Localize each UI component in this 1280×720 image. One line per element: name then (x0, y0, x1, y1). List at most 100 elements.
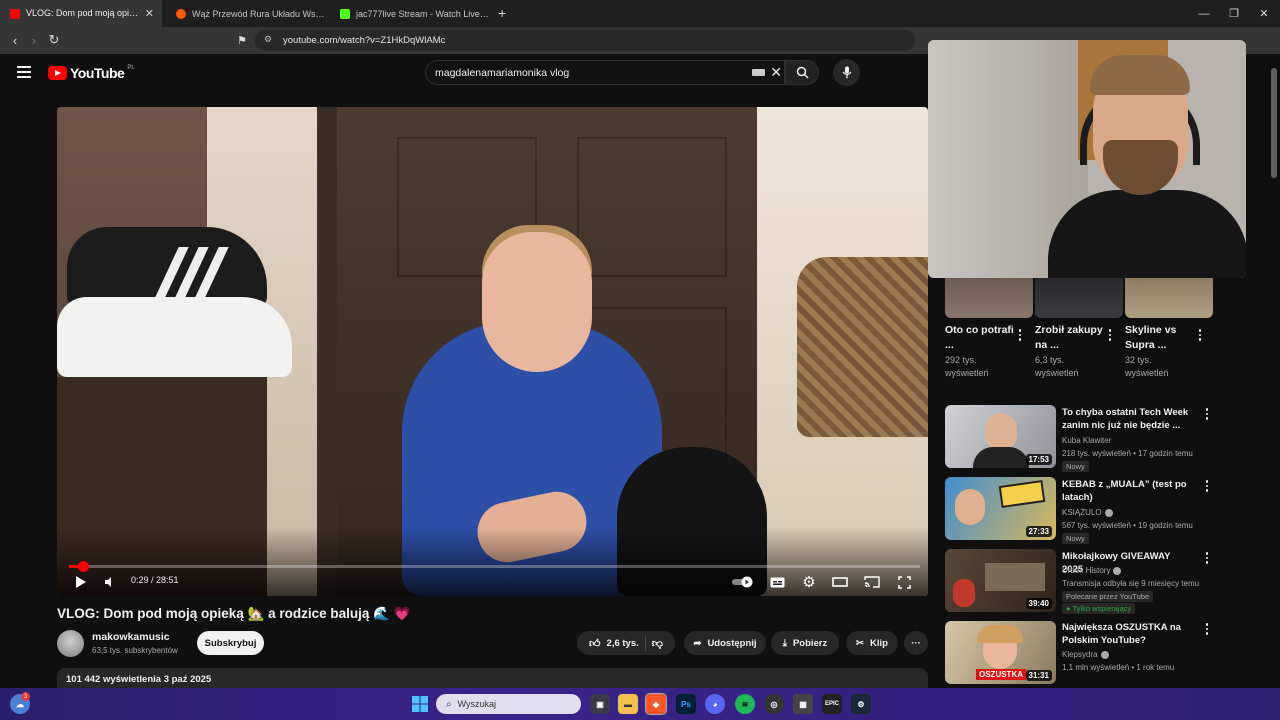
subscribe-button[interactable]: Subskrybuj (197, 631, 264, 655)
scrubber-handle[interactable] (78, 561, 89, 572)
bookmark-icon[interactable]: ⚑ (233, 31, 251, 49)
video-title[interactable]: To chyba ostatni Tech Week zanim nic już… (1062, 406, 1192, 432)
start-button[interactable] (410, 694, 430, 714)
obs-icon[interactable]: ◎ (764, 694, 784, 714)
short-title[interactable]: Oto co potrafi ... (945, 323, 1017, 353)
channel-name[interactable]: Klepsydra (1062, 650, 1109, 659)
calculator-icon[interactable]: ▦ (793, 694, 813, 714)
download-icon: ⤓ (782, 637, 787, 649)
new-badge: Nowy (1062, 461, 1089, 472)
autoplay-toggle[interactable] (731, 573, 755, 591)
close-window-icon[interactable]: ✕ (1248, 0, 1280, 27)
channel-name[interactable]: Urbex History (1062, 566, 1122, 575)
back-icon[interactable]: ‹ (6, 31, 24, 49)
short-views: 32 tys. wyświetleń (1125, 355, 1169, 378)
steam-icon[interactable]: ⚙ (851, 694, 871, 714)
share-button[interactable]: ➦ Udostępnij (684, 631, 766, 655)
share-icon: ➦ (693, 637, 702, 649)
search-tools: ✕ (742, 63, 782, 82)
video-title[interactable]: KEBAB z „MUALA” (test po latach) (1062, 478, 1192, 504)
channel-label: Kuba Klawiter (1062, 436, 1112, 445)
search-input[interactable]: magdalenamariamonika vlog (425, 60, 785, 85)
scissors-icon: ✂ (856, 637, 864, 649)
duration-badge: 31:31 (1025, 670, 1052, 681)
more-options-icon[interactable] (1201, 479, 1213, 493)
channel-name[interactable]: KSIĄŻULO (1062, 508, 1113, 517)
theater-mode-icon[interactable] (831, 573, 849, 591)
more-options-icon[interactable] (1201, 622, 1213, 636)
tab-allegro[interactable]: Wąż Przewód Rura Układu Wspomag (166, 0, 326, 27)
video-thumbnail[interactable]: 27:33 (945, 477, 1056, 540)
settings-gear-icon[interactable]: ⚙ (800, 573, 818, 591)
scrollbar-thumb[interactable] (1271, 68, 1277, 178)
address-bar[interactable]: ⚙ youtube.com/watch?v=Z1HkDqWlAMc (255, 30, 915, 51)
video-thumbnail[interactable]: 17:53 (945, 405, 1056, 468)
fullscreen-icon[interactable] (895, 573, 913, 591)
more-options-icon[interactable] (1201, 407, 1213, 421)
short-thumbnail[interactable] (945, 278, 1033, 318)
views-and-date: 101 442 wyświetlenia 3 paź 2025 (66, 674, 212, 685)
members-only-badge: ● Tylko wspierający (1062, 603, 1136, 614)
task-view-icon[interactable]: ▣ (590, 694, 610, 714)
cast-icon[interactable] (863, 573, 881, 591)
video-title[interactable]: Największa OSZUSTKA na Polskim YouTube? (1062, 621, 1192, 647)
more-options-icon[interactable] (1194, 328, 1206, 342)
short-title[interactable]: Skyline vs Supra ... (1125, 323, 1197, 353)
youtube-logo[interactable]: YouTube PL (48, 65, 135, 81)
video-meta: 567 tys. wyświetleń • 19 godzin temu (1062, 521, 1193, 530)
more-options-icon[interactable] (1201, 551, 1213, 565)
clip-button[interactable]: ✂ Klip (846, 631, 898, 655)
brave-browser-icon[interactable]: ◆ (645, 693, 667, 715)
taskbar (0, 688, 1280, 720)
photoshop-icon[interactable]: Ps (676, 694, 696, 714)
forward-icon[interactable]: › (25, 31, 43, 49)
menu-icon[interactable] (17, 66, 31, 78)
video-player[interactable] (57, 107, 928, 596)
keyboard-icon[interactable] (752, 69, 766, 76)
volume-icon[interactable] (102, 573, 118, 591)
tab-youtube[interactable]: VLOG: Dom pod moją opieką🏡 ✕ (0, 0, 162, 27)
short-title[interactable]: Zrobił zakupy na ... (1035, 323, 1107, 353)
subtitles-icon[interactable] (768, 573, 786, 591)
short-views: 6,3 tys. wyświetleń (1035, 355, 1079, 378)
video-thumbnail[interactable]: 39:40 (945, 549, 1056, 612)
time-display: 0:29 / 28:51 (131, 575, 179, 585)
play-icon[interactable] (72, 574, 88, 590)
spotify-icon[interactable]: ≋ (735, 694, 755, 714)
channel-name[interactable]: Kuba Klawiter (1062, 436, 1111, 445)
discord-icon[interactable]: ◕ (705, 694, 725, 714)
channel-name[interactable]: makowkamusic (92, 631, 170, 643)
video-meta: 218 tys. wyświetleń • 17 godzin temu (1062, 449, 1193, 458)
search-button[interactable] (785, 60, 819, 85)
microphone-icon (842, 66, 851, 79)
video-thumbnail[interactable]: OSZUSTKA 31:31 (945, 621, 1056, 684)
close-tab-icon[interactable]: ✕ (145, 7, 154, 20)
new-tab-button[interactable]: + (498, 5, 506, 21)
logo-region: PL (127, 65, 135, 71)
url-text: youtube.com/watch?v=Z1HkDqWlAMc (283, 35, 446, 46)
epic-games-icon[interactable]: EPIC (822, 694, 842, 714)
voice-search-button[interactable] (833, 59, 860, 86)
tab-kick[interactable]: jac777live Stream - Watch Live on Ki (330, 0, 490, 27)
thumbs-down-icon[interactable]: 👎︎ (652, 637, 663, 650)
video-title: VLOG: Dom pod moją opieką 🏡 a rodzice ba… (57, 606, 411, 621)
taskbar-search[interactable]: ⌕ Wyszukaj (436, 694, 581, 714)
channel-avatar[interactable] (57, 630, 84, 657)
minimize-icon[interactable]: — (1188, 0, 1220, 27)
more-actions-button[interactable]: ··· (904, 631, 928, 655)
like-button[interactable]: 👍︎ 2,6 tys. (589, 637, 639, 650)
reload-icon[interactable]: ↻ (45, 31, 63, 49)
restore-icon[interactable]: ❐ (1218, 0, 1250, 27)
progress-bar[interactable] (69, 565, 920, 568)
verified-icon (1104, 508, 1113, 517)
more-options-icon[interactable] (1014, 328, 1026, 342)
video-meta: 1,1 mln wyświetleń • 1 rok temu (1062, 663, 1175, 672)
webcam-overlay (928, 40, 1246, 278)
clear-search-icon[interactable]: ✕ (770, 64, 782, 81)
short-thumbnail[interactable] (1125, 278, 1213, 318)
download-button[interactable]: ⤓ Pobierz (771, 631, 839, 655)
file-explorer-icon[interactable]: ▬ (618, 694, 638, 714)
site-info-icon[interactable]: ⚙ (264, 34, 272, 45)
more-options-icon[interactable] (1104, 328, 1116, 342)
short-thumbnail[interactable] (1035, 278, 1123, 318)
